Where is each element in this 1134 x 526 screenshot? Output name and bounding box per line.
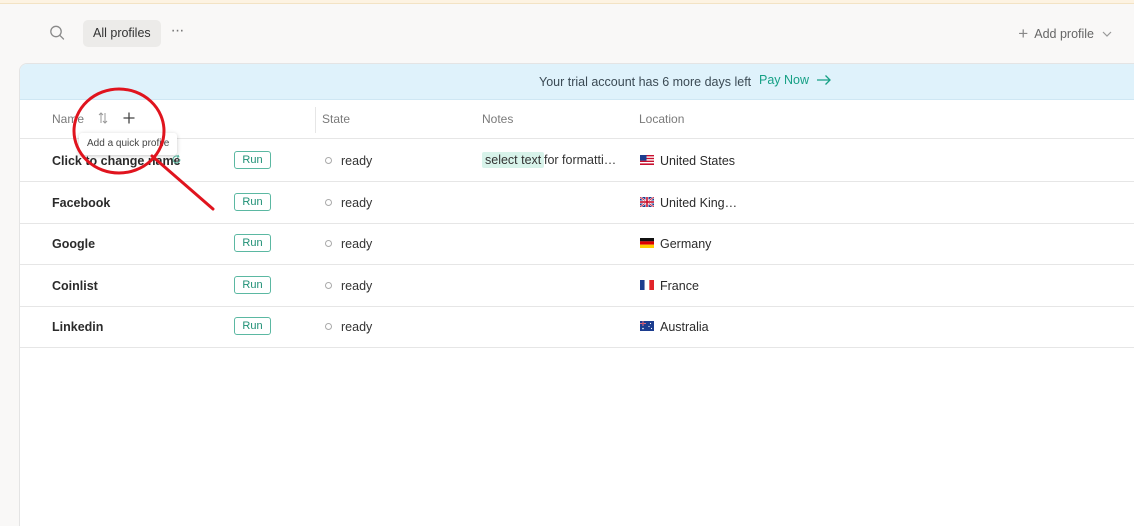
- run-button[interactable]: Run: [234, 193, 271, 211]
- us-flag-icon: [640, 155, 654, 165]
- quick-add-plus-icon[interactable]: [120, 109, 138, 127]
- table-row[interactable]: Coinlist Run ready France: [20, 265, 1134, 307]
- toolbar: All profiles ··· + Add profile: [0, 14, 1134, 52]
- plus-icon: +: [1018, 24, 1029, 43]
- profile-name[interactable]: Coinlist: [52, 279, 98, 293]
- run-button[interactable]: Run: [234, 276, 271, 294]
- quick-profile-tooltip: Add a quick profile: [79, 133, 178, 155]
- status-indicator: [325, 157, 332, 164]
- chevron-down-icon: [1102, 31, 1112, 37]
- profile-location: United States: [660, 154, 736, 168]
- profile-state: ready: [341, 320, 373, 334]
- sort-icon[interactable]: [97, 111, 109, 125]
- profile-state: ready: [341, 237, 373, 251]
- profile-name[interactable]: Facebook: [52, 196, 110, 210]
- add-profile-button[interactable]: + Add profile: [1018, 24, 1114, 44]
- pay-now-label: Pay Now: [759, 73, 810, 87]
- note-text[interactable]: for formatti…: [544, 153, 616, 167]
- column-name-header[interactable]: Name: [52, 112, 84, 126]
- profile-state: ready: [341, 154, 373, 168]
- profile-name[interactable]: Linkedin: [52, 320, 103, 334]
- status-indicator: [325, 282, 332, 289]
- table-row[interactable]: Facebook Run ready United King…: [20, 182, 1134, 224]
- status-indicator: [325, 240, 332, 247]
- profile-name[interactable]: Google: [52, 237, 95, 251]
- trial-message: Your trial account has 6 more days left: [539, 75, 752, 89]
- arrow-right-icon: [817, 75, 831, 85]
- run-button[interactable]: Run: [234, 234, 271, 252]
- run-button[interactable]: Run: [234, 151, 271, 169]
- column-state-header[interactable]: State: [322, 112, 350, 126]
- top-border: [0, 0, 1134, 4]
- profile-state: ready: [341, 196, 373, 210]
- add-profile-label: Add profile: [1034, 27, 1094, 41]
- table-row[interactable]: Linkedin Run ready Australia: [20, 306, 1134, 348]
- refresh-icon[interactable]: [171, 154, 182, 165]
- pay-now-link[interactable]: Pay Now: [759, 73, 832, 87]
- column-notes-header[interactable]: Notes: [482, 112, 513, 126]
- profiles-panel: Your trial account has 6 more days left …: [19, 63, 1134, 526]
- tab-all-profiles[interactable]: All profiles: [83, 20, 161, 47]
- france-flag-icon: [640, 280, 654, 290]
- profile-name[interactable]: Click to change name: [52, 154, 181, 168]
- column-divider[interactable]: [315, 107, 316, 133]
- table-row[interactable]: Click to change name Run ready select te…: [20, 140, 1134, 182]
- profile-location: France: [660, 279, 699, 293]
- status-indicator: [325, 323, 332, 330]
- profile-state: ready: [341, 279, 373, 293]
- germany-flag-icon: [640, 238, 654, 248]
- note-highlight[interactable]: select text: [482, 152, 545, 168]
- profile-location: Australia: [660, 320, 709, 334]
- run-button[interactable]: Run: [234, 317, 271, 335]
- profile-location: United King…: [660, 196, 738, 210]
- table-row[interactable]: Google Run ready Germany: [20, 223, 1134, 265]
- table-header: Name State Notes Location: [20, 101, 1134, 139]
- australia-flag-icon: [640, 321, 654, 331]
- trial-banner: Your trial account has 6 more days left …: [20, 64, 1134, 100]
- status-indicator: [325, 199, 332, 206]
- profile-location: Germany: [660, 237, 712, 251]
- uk-flag-icon: [640, 197, 654, 207]
- search-icon[interactable]: [46, 22, 68, 44]
- more-dots-icon[interactable]: ···: [166, 22, 188, 44]
- column-location-header[interactable]: Location: [639, 112, 684, 126]
